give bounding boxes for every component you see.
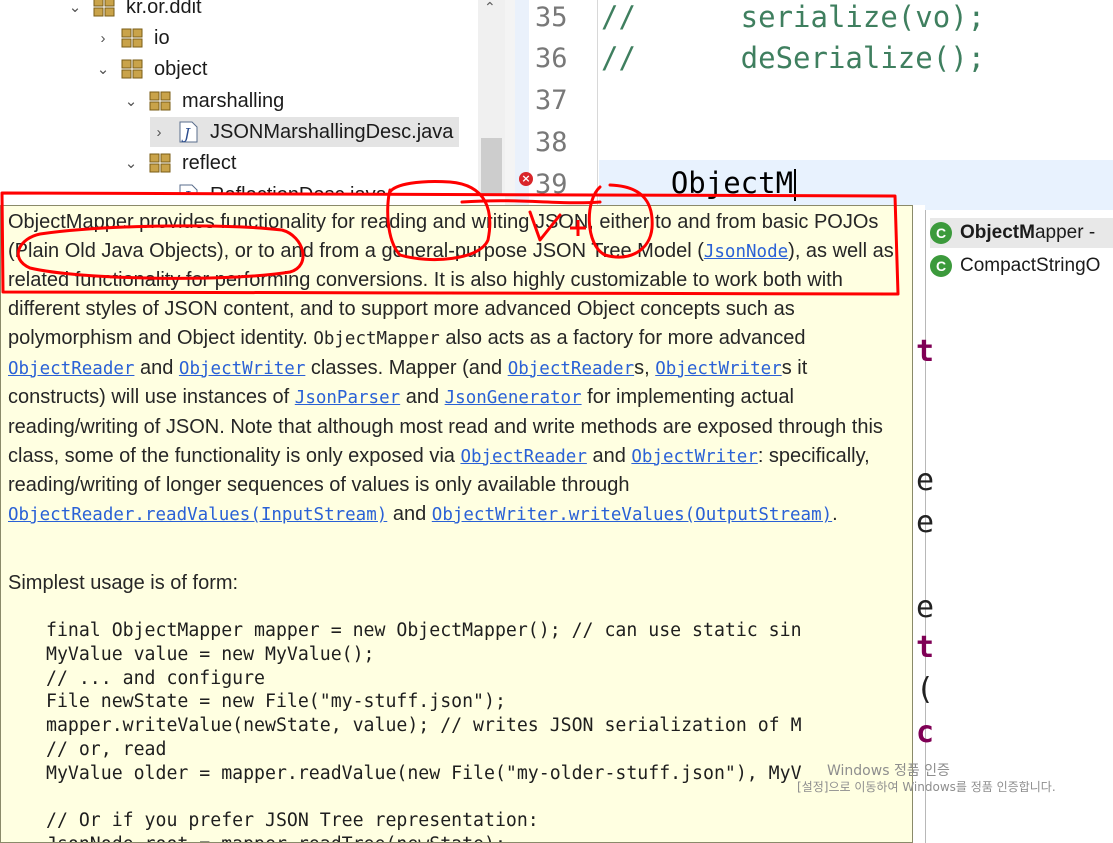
doc-text: s, bbox=[634, 356, 656, 379]
code-sample-line: // Or if you prefer JSON Tree representa… bbox=[46, 810, 539, 832]
sash[interactable] bbox=[505, 0, 515, 210]
scrollbar-thumb[interactable] bbox=[481, 138, 502, 195]
link-objectwriter[interactable]: ObjectWriter bbox=[179, 359, 305, 379]
doc-code-objectmapper: ObjectMapper bbox=[313, 328, 440, 349]
code-sample-line: // or, read bbox=[46, 738, 167, 760]
gutter-separator bbox=[597, 0, 598, 210]
tree-item-label: ReflectionDesc.java bbox=[210, 183, 387, 196]
link-objectwriter[interactable]: ObjectWriter bbox=[655, 359, 781, 379]
proposal-label: CompactStringO bbox=[960, 255, 1101, 276]
scroll-up-icon[interactable]: ⌃ bbox=[484, 0, 496, 16]
tree-item-reflect[interactable]: ⌄ reflect bbox=[122, 148, 237, 178]
link-objectreader-readvalues[interactable]: ObjectReader.readValues(InputStream) bbox=[8, 505, 387, 525]
line-number: 39 bbox=[535, 169, 568, 200]
chevron-down-icon[interactable]: ⌄ bbox=[94, 60, 112, 78]
proposal-objectmapper[interactable]: C ObjectM apper - bbox=[930, 218, 1113, 248]
tree-item-label: JSONMarshallingDesc.java bbox=[210, 120, 454, 143]
proposal-compactstring[interactable]: C CompactStringO bbox=[930, 251, 1100, 281]
editor-fragment: e bbox=[916, 590, 935, 625]
chevron-right-icon[interactable]: › bbox=[150, 187, 168, 196]
doc-text: and bbox=[586, 444, 632, 467]
code-sample-line: // ... and configure bbox=[46, 667, 265, 689]
chevron-down-icon[interactable]: ⌄ bbox=[122, 154, 140, 172]
error-marker-icon[interactable]: × bbox=[519, 172, 533, 186]
class-icon: C bbox=[930, 222, 952, 244]
line-number: 35 bbox=[535, 2, 568, 33]
code-sample-line: mapper.writeValue(newState, value); // w… bbox=[46, 715, 802, 737]
doc-text: and bbox=[134, 356, 179, 379]
tree-item-label: reflect bbox=[182, 151, 237, 174]
tree-item-label: marshalling bbox=[182, 89, 285, 112]
editor-fragment: t bbox=[916, 334, 935, 369]
chevron-right-icon[interactable]: › bbox=[150, 124, 168, 141]
link-jsonparser[interactable]: JsonParser bbox=[295, 388, 400, 408]
package-icon bbox=[148, 152, 172, 174]
tree-item-io[interactable]: › io bbox=[94, 23, 170, 53]
java-file-icon: J bbox=[176, 120, 200, 144]
editor-fragment: e bbox=[916, 463, 935, 498]
watermark-body: [설정]으로 이동하여 Windows를 정품 인증합니다. bbox=[797, 780, 1056, 794]
package-icon bbox=[148, 90, 172, 112]
code-sample-line: MyValue older = mapper.readValue(new Fil… bbox=[46, 762, 802, 784]
package-icon bbox=[92, 0, 116, 18]
doc-text: classes. Mapper (and bbox=[305, 356, 508, 379]
javadoc-code-sample: final ObjectMapper mapper = new ObjectMa… bbox=[46, 619, 802, 842]
content-assist-list[interactable] bbox=[925, 210, 1113, 843]
tree-item-reflectiondesc[interactable]: › J ReflectionDesc.java bbox=[150, 180, 387, 195]
link-objectwriter-writevalues[interactable]: ObjectWriter.writeValues(OutputStream) bbox=[432, 505, 832, 525]
javadoc-usage-heading: Simplest usage is of form: bbox=[8, 572, 239, 594]
tree-item-label: io bbox=[154, 26, 170, 49]
link-objectreader[interactable]: ObjectReader bbox=[8, 359, 134, 379]
proposal-match: ObjectM bbox=[960, 222, 1035, 243]
code-editor[interactable]: 35 // serialize(vo); 36 // deSerialize()… bbox=[515, 0, 1113, 210]
code-line[interactable]: // deSerialize(); bbox=[601, 41, 985, 75]
text-caret bbox=[794, 169, 797, 201]
watermark-title: Windows 정품 인증 bbox=[827, 763, 950, 779]
link-objectwriter[interactable]: ObjectWriter bbox=[631, 447, 757, 467]
typed-text[interactable]: ObjectM bbox=[601, 166, 793, 200]
explorer-scrollbar[interactable]: ⌃ bbox=[478, 0, 505, 195]
line-number: 37 bbox=[535, 85, 568, 116]
link-jsonnode[interactable]: JsonNode bbox=[704, 242, 788, 262]
editor-fragment: ( bbox=[916, 672, 935, 707]
chevron-right-icon[interactable]: › bbox=[94, 30, 112, 47]
class-icon: C bbox=[930, 255, 952, 277]
code-sample-line: MyValue value = new MyValue(); bbox=[46, 643, 375, 665]
code-sample-line: JsonNode root = mapper.readTree(newState… bbox=[46, 834, 506, 842]
tree-item-kr-or-ddit[interactable]: ⌄ kr.or.ddit bbox=[66, 0, 202, 22]
javadoc-description: ObjectMapper provides functionality for … bbox=[8, 208, 908, 530]
proposal-rest: apper - bbox=[1034, 222, 1096, 243]
tree-item-label: kr.or.ddit bbox=[126, 0, 202, 18]
link-jsongenerator[interactable]: JsonGenerator bbox=[445, 388, 582, 408]
package-explorer: ⌄ kr.or.ddit › io ⌄ object ⌄ marshalling… bbox=[0, 0, 505, 195]
editor-fragment: e bbox=[916, 505, 935, 540]
chevron-down-icon[interactable]: ⌄ bbox=[122, 92, 140, 110]
code-line[interactable]: // serialize(vo); bbox=[601, 0, 985, 34]
line-number: 38 bbox=[535, 127, 568, 158]
package-icon bbox=[120, 58, 144, 80]
tree-item-object[interactable]: ⌄ object bbox=[94, 54, 208, 84]
code-sample-line: File newState = new File("my-stuff.json"… bbox=[46, 691, 506, 713]
line-number: 36 bbox=[535, 43, 568, 74]
doc-text: and bbox=[387, 503, 432, 526]
activation-watermark: Windows 정품 인증 [설정]으로 이동하여 Windows를 정품 인증… bbox=[797, 763, 1087, 795]
code-line-current[interactable]: ObjectM bbox=[601, 166, 797, 201]
doc-text: and bbox=[400, 386, 445, 409]
editor-fragment: t bbox=[916, 630, 935, 665]
chevron-down-icon[interactable]: ⌄ bbox=[66, 0, 84, 16]
link-objectreader[interactable]: ObjectReader bbox=[508, 359, 634, 379]
javadoc-hover[interactable]: ObjectMapper provides functionality for … bbox=[0, 205, 913, 843]
tree-item-marshalling[interactable]: ⌄ marshalling bbox=[122, 86, 285, 116]
link-objectreader[interactable]: ObjectReader bbox=[460, 447, 586, 467]
tree-item-jsonmarshallingdesc[interactable]: › J JSONMarshallingDesc.java bbox=[150, 117, 460, 147]
java-file-icon: J bbox=[176, 183, 200, 195]
tree-item-label: object bbox=[154, 57, 208, 80]
doc-text: also acts as a factory for more advanced bbox=[439, 326, 806, 349]
doc-text: . bbox=[832, 503, 838, 526]
code-sample-line: final ObjectMapper mapper = new ObjectMa… bbox=[46, 620, 802, 641]
editor-fragment: c bbox=[916, 715, 935, 750]
package-icon bbox=[120, 27, 144, 49]
